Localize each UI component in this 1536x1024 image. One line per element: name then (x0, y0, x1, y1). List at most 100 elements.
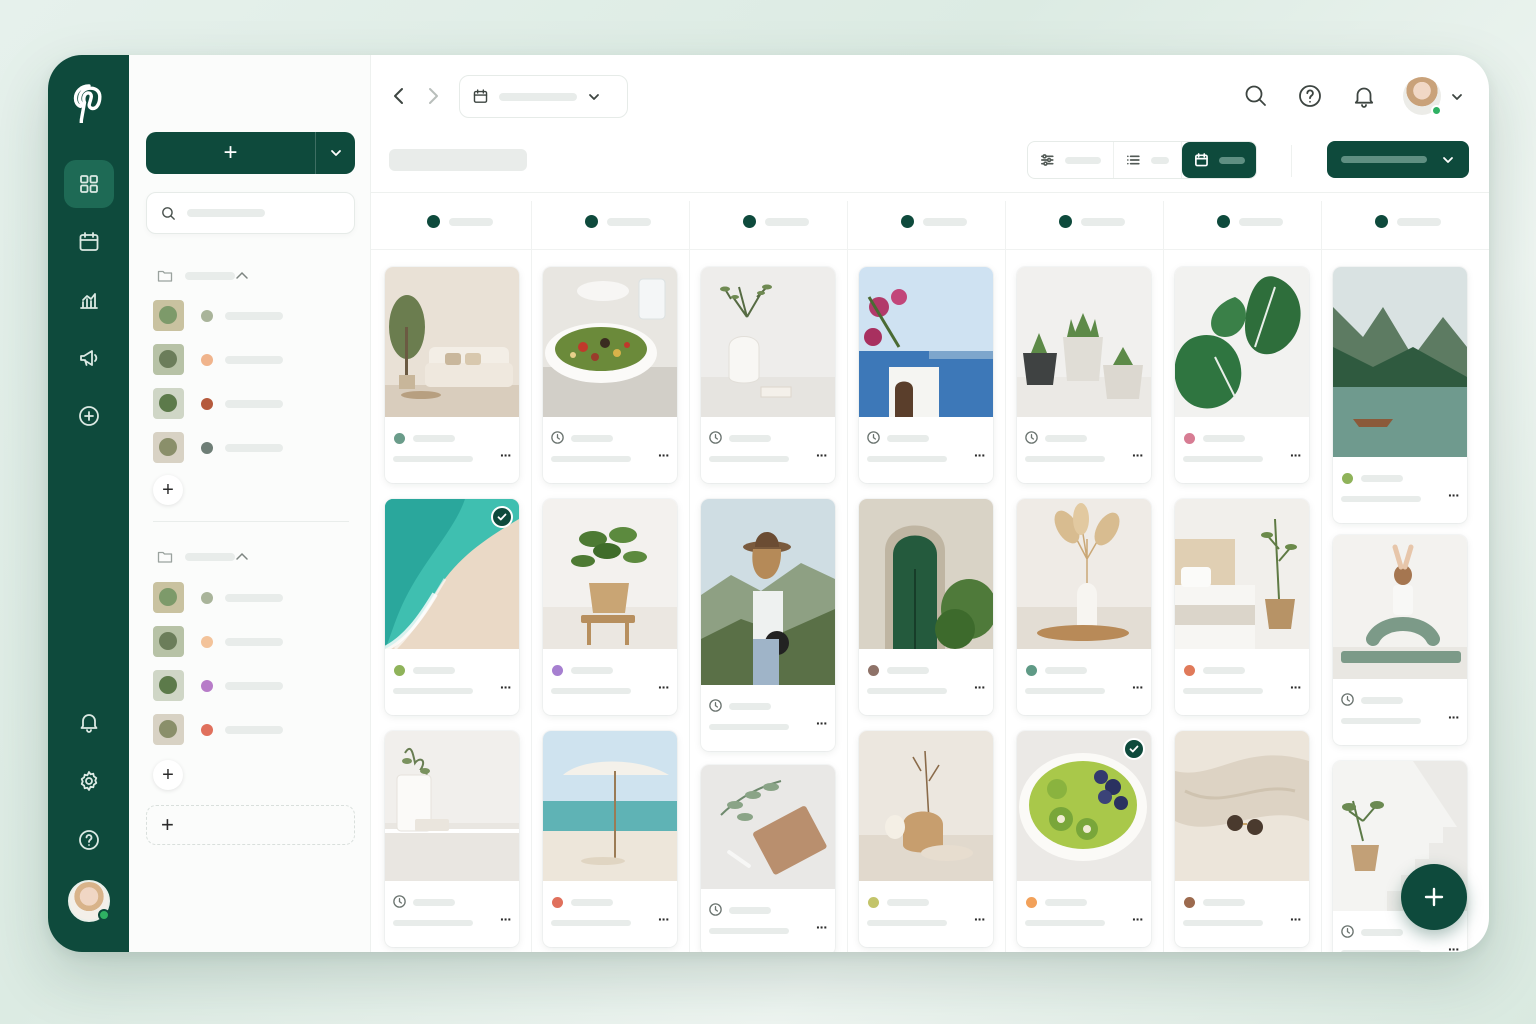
rail-item-calendar[interactable] (64, 218, 114, 266)
scheduled-pin-card[interactable]: ··· (1017, 267, 1151, 483)
pinterest-logo-icon[interactable] (71, 83, 107, 123)
top-bar (371, 55, 1489, 137)
notifications-button[interactable] (1351, 83, 1377, 109)
scheduled-pin-card[interactable]: ··· (701, 499, 835, 751)
list-view-button[interactable] (1114, 142, 1182, 178)
search-button[interactable] (1243, 83, 1269, 109)
more-options-icon[interactable]: ··· (1290, 679, 1302, 695)
board-label (225, 725, 283, 734)
scheduled-pin-card[interactable]: ··· (859, 731, 993, 947)
analytics-icon (79, 293, 98, 309)
day-column-header[interactable] (1059, 215, 1125, 228)
more-options-icon[interactable]: ··· (974, 679, 986, 695)
day-column-header[interactable] (901, 215, 967, 228)
more-options-icon[interactable]: ··· (1132, 679, 1144, 695)
rail-item-dashboard[interactable] (63, 160, 114, 208)
board-group-1-header[interactable] (157, 269, 347, 283)
chevron-down-icon (1443, 156, 1453, 163)
scheduled-pin-card[interactable]: ··· (1175, 267, 1309, 483)
board-list-item[interactable] (153, 582, 353, 613)
help-button[interactable] (1297, 83, 1323, 109)
filter-label (1064, 156, 1101, 164)
more-options-icon[interactable]: ··· (1448, 709, 1460, 725)
scheduled-pin-card[interactable]: ··· (701, 267, 835, 483)
pin-meta: ··· (543, 881, 677, 947)
more-options-icon[interactable]: ··· (500, 911, 512, 927)
scheduled-pin-card[interactable]: ··· (385, 267, 519, 483)
more-options-icon[interactable]: ··· (500, 679, 512, 695)
rail-notifications[interactable] (64, 698, 114, 746)
scheduled-pin-card[interactable]: ··· (1175, 731, 1309, 947)
pin-image (1175, 499, 1309, 649)
more-options-icon[interactable]: ··· (974, 911, 986, 927)
scheduled-pin-card[interactable]: ··· (1333, 535, 1467, 745)
board-list-item[interactable] (153, 670, 353, 701)
board-list-item[interactable] (153, 626, 353, 657)
create-options-button[interactable] (315, 132, 355, 174)
day-column-header[interactable] (1217, 215, 1283, 228)
board-list-item[interactable] (153, 388, 353, 419)
more-options-icon[interactable]: ··· (816, 447, 828, 463)
pin-title (1045, 435, 1087, 442)
rail-item-analytics[interactable] (64, 276, 114, 324)
scheduled-pin-card[interactable]: ··· (701, 765, 835, 952)
day-column-header[interactable] (743, 215, 809, 228)
more-options-icon[interactable]: ··· (816, 919, 828, 935)
filter-button[interactable] (1028, 142, 1114, 178)
day-indicator-dot (743, 215, 756, 228)
more-options-icon[interactable]: ··· (500, 447, 512, 463)
selected-check-icon[interactable] (491, 506, 513, 528)
add-board-button[interactable]: + (153, 760, 183, 790)
create-button[interactable]: + (146, 132, 315, 174)
board-select-dropdown[interactable] (1327, 141, 1469, 178)
more-options-icon[interactable]: ··· (1448, 487, 1460, 503)
pin-image (859, 499, 993, 649)
floating-create-button[interactable] (1401, 864, 1467, 930)
add-board-button[interactable]: + (153, 475, 183, 505)
rail-settings[interactable] (64, 757, 114, 805)
scheduled-pin-card[interactable]: ··· (1017, 499, 1151, 715)
pin-subtitle (1183, 456, 1263, 462)
more-options-icon[interactable]: ··· (658, 911, 670, 927)
selected-check-icon[interactable] (1123, 738, 1145, 760)
more-options-icon[interactable]: ··· (974, 447, 986, 463)
scheduled-pin-card[interactable]: ··· (543, 731, 677, 947)
add-group-button[interactable]: + (146, 805, 355, 845)
more-options-icon[interactable]: ··· (658, 679, 670, 695)
more-options-icon[interactable]: ··· (1448, 941, 1460, 952)
board-group-2-header[interactable] (157, 550, 347, 564)
back-arrow-icon[interactable] (389, 85, 409, 107)
scheduled-pin-card[interactable]: ··· (859, 499, 993, 715)
rail-help[interactable] (64, 816, 114, 864)
forward-arrow-icon[interactable] (423, 85, 443, 107)
avatar[interactable] (67, 880, 110, 922)
user-avatar[interactable] (1403, 77, 1442, 116)
scheduled-pin-card[interactable]: ··· (385, 499, 519, 715)
board-list-item[interactable] (153, 432, 353, 463)
more-options-icon[interactable]: ··· (1290, 447, 1302, 463)
more-options-icon[interactable]: ··· (1132, 447, 1144, 463)
board-list-item[interactable] (153, 714, 353, 745)
scheduled-pin-card[interactable]: ··· (543, 267, 677, 483)
scheduled-pin-card[interactable]: ··· (1017, 731, 1151, 947)
day-column-header[interactable] (585, 215, 651, 228)
more-options-icon[interactable]: ··· (1290, 911, 1302, 927)
scheduled-pin-card[interactable]: ··· (1175, 499, 1309, 715)
date-range-picker[interactable] (459, 75, 628, 118)
account-menu-chevron-icon[interactable] (1450, 90, 1464, 104)
search-input[interactable] (146, 192, 355, 234)
rail-item-create[interactable] (64, 392, 114, 440)
scheduled-pin-card[interactable]: ··· (385, 731, 519, 947)
scheduled-pin-card[interactable]: ··· (1333, 267, 1467, 523)
day-column-header[interactable] (1375, 215, 1441, 228)
more-options-icon[interactable]: ··· (1132, 911, 1144, 927)
board-list-item[interactable] (153, 300, 353, 331)
board-list-item[interactable] (153, 344, 353, 375)
scheduled-pin-card[interactable]: ··· (859, 267, 993, 483)
more-options-icon[interactable]: ··· (816, 715, 828, 731)
more-options-icon[interactable]: ··· (658, 447, 670, 463)
day-column-header[interactable] (427, 215, 493, 228)
rail-item-campaigns[interactable] (64, 334, 114, 382)
calendar-view-button[interactable] (1182, 142, 1256, 178)
scheduled-pin-card[interactable]: ··· (543, 499, 677, 715)
